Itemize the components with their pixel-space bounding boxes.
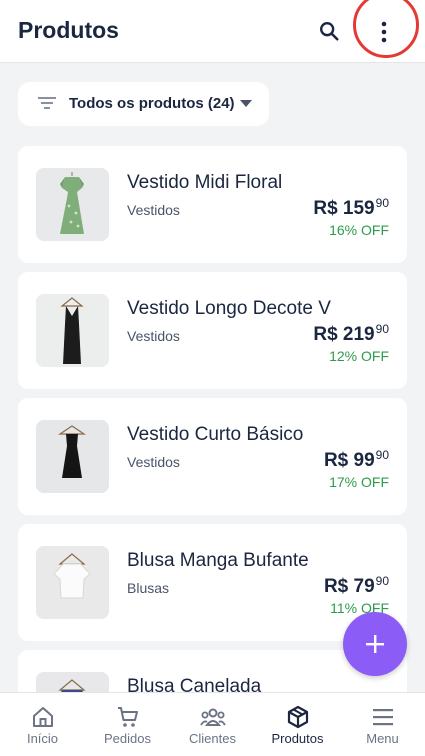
menu-icon: [372, 709, 393, 726]
nav-label: Clientes: [189, 731, 236, 746]
price-cents: 90: [375, 322, 389, 336]
nav-label: Início: [26, 731, 59, 746]
product-image: [36, 294, 109, 367]
price-integer: R$ 159: [313, 198, 375, 219]
search-icon: [320, 22, 339, 41]
product-name: Vestido Longo Decote V: [127, 298, 331, 319]
product-price: R$ 9990: [324, 448, 389, 472]
product-card[interactable]: Vestido Midi Floral Vestidos R$ 15990 16…: [18, 146, 407, 263]
product-card[interactable]: Vestido Curto Básico Vestidos R$ 9990 17…: [18, 398, 407, 515]
product-card[interactable]: Blusa Manga Bufante Blusas R$ 7990 11% O…: [18, 524, 407, 641]
price-integer: R$ 219: [313, 324, 375, 345]
price-cents: 90: [375, 448, 389, 462]
product-price: R$ 21990: [313, 322, 389, 346]
filter-label: Todos os produtos (24): [69, 95, 235, 112]
nav-item-inicio[interactable]: Início: [0, 693, 85, 756]
price-cents: 90: [375, 196, 389, 210]
home-icon: [32, 707, 53, 727]
price-integer: R$ 99: [323, 450, 375, 471]
product-price: R$ 7990: [324, 574, 389, 598]
product-filter-dropdown[interactable]: Todos os produtos (24): [18, 82, 269, 126]
product-name: Vestido Curto Básico: [127, 424, 304, 445]
product-category: Vestidos: [127, 202, 180, 218]
nav-label: Pedidos: [104, 731, 151, 746]
product-image: [36, 420, 109, 493]
product-category: Blusas: [127, 580, 170, 596]
product-name: Blusa Manga Bufante: [127, 550, 309, 571]
product-category: Vestidos: [127, 328, 180, 344]
cart-icon: [117, 707, 138, 727]
product-image: [36, 168, 109, 241]
nav-label: Menu: [366, 731, 399, 746]
nav-label: Produtos: [271, 731, 324, 746]
product-category: Vestidos: [127, 454, 180, 470]
highlight-circle: [353, 0, 419, 58]
product-name: Vestido Midi Floral: [127, 172, 283, 193]
nav-item-pedidos[interactable]: Pedidos: [85, 693, 170, 756]
nav-item-produtos[interactable]: Produtos: [255, 693, 340, 756]
discount-label: 12% OFF: [329, 348, 389, 364]
product-price: R$ 15990: [313, 196, 389, 220]
box-icon: [287, 705, 308, 729]
chevron-down-icon: [240, 100, 252, 107]
bottom-navigation: Início Pedidos Clientes Produtos Menu: [0, 692, 425, 756]
price-integer: R$ 79: [323, 576, 375, 597]
users-icon: [199, 708, 226, 726]
nav-item-menu[interactable]: Menu: [340, 693, 425, 756]
discount-label: 17% OFF: [329, 474, 389, 490]
product-card[interactable]: Vestido Longo Decote V Vestidos R$ 21990…: [18, 272, 407, 389]
search-button[interactable]: [316, 18, 342, 44]
plus-icon: [366, 635, 384, 653]
nav-item-clientes[interactable]: Clientes: [170, 693, 255, 756]
app-header: Produtos: [0, 0, 425, 63]
price-cents: 90: [375, 574, 389, 588]
filter-icon: [38, 97, 56, 109]
page-title: Produtos: [18, 17, 119, 43]
add-product-button[interactable]: [343, 612, 407, 676]
product-image: [36, 546, 109, 619]
discount-label: 16% OFF: [329, 222, 389, 238]
